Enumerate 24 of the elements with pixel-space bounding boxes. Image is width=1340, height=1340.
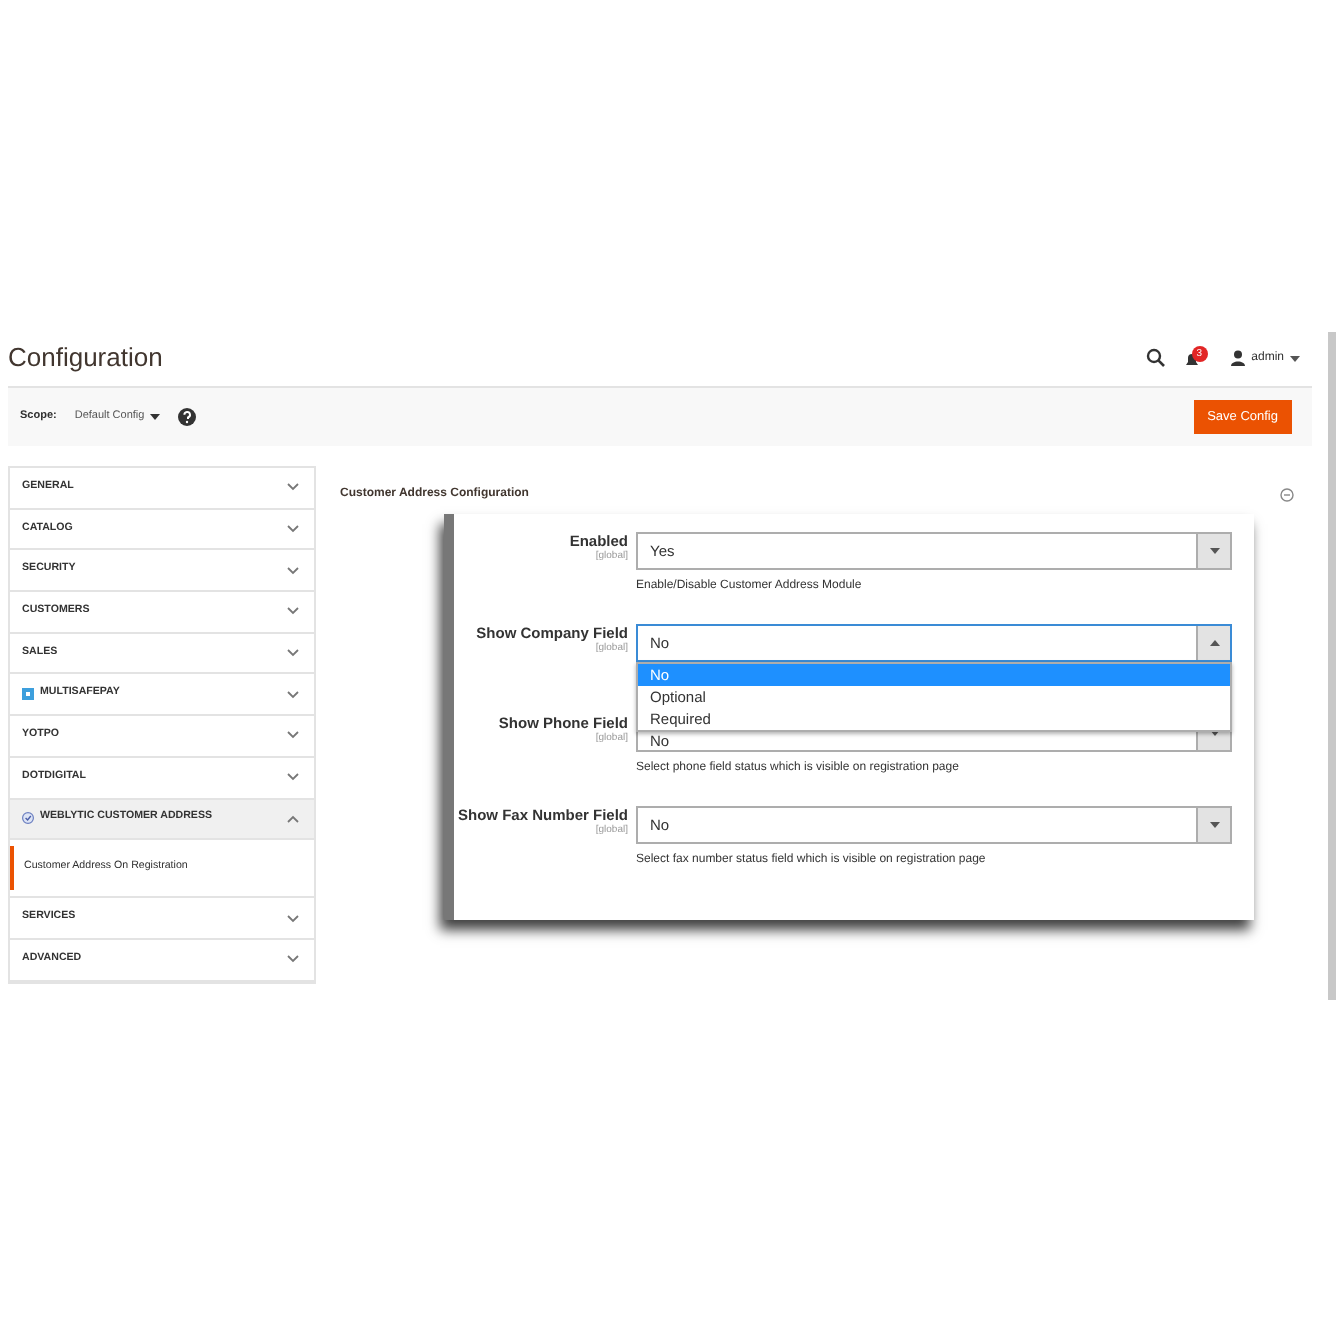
chevron-down-icon	[286, 565, 300, 576]
chevron-down-icon	[286, 482, 300, 493]
chevron-down-icon	[286, 524, 300, 535]
chevron-down-icon	[286, 913, 300, 924]
chevron-down-icon	[286, 606, 300, 617]
collapse-icon[interactable]	[1280, 488, 1294, 502]
user-icon	[1229, 350, 1246, 366]
caret-down-icon	[1209, 821, 1219, 827]
chevron-up-icon	[286, 813, 300, 824]
chevron-down-icon	[286, 954, 300, 965]
chevron-down-icon	[286, 730, 300, 741]
scrollbar[interactable]	[1328, 332, 1336, 1000]
chevron-down-icon	[286, 689, 300, 700]
logo-icon	[22, 812, 34, 825]
help-icon[interactable]	[178, 408, 197, 426]
caret-icon	[1290, 355, 1300, 361]
caret-down-icon	[1209, 548, 1219, 554]
search-icon[interactable]	[1145, 348, 1166, 368]
logo-icon	[22, 688, 34, 701]
chevron-down-icon	[286, 648, 300, 659]
caret-icon	[150, 414, 161, 420]
page-title: Configuration	[8, 340, 163, 377]
chevron-down-icon	[286, 772, 300, 783]
caret-up-icon	[1209, 639, 1219, 645]
